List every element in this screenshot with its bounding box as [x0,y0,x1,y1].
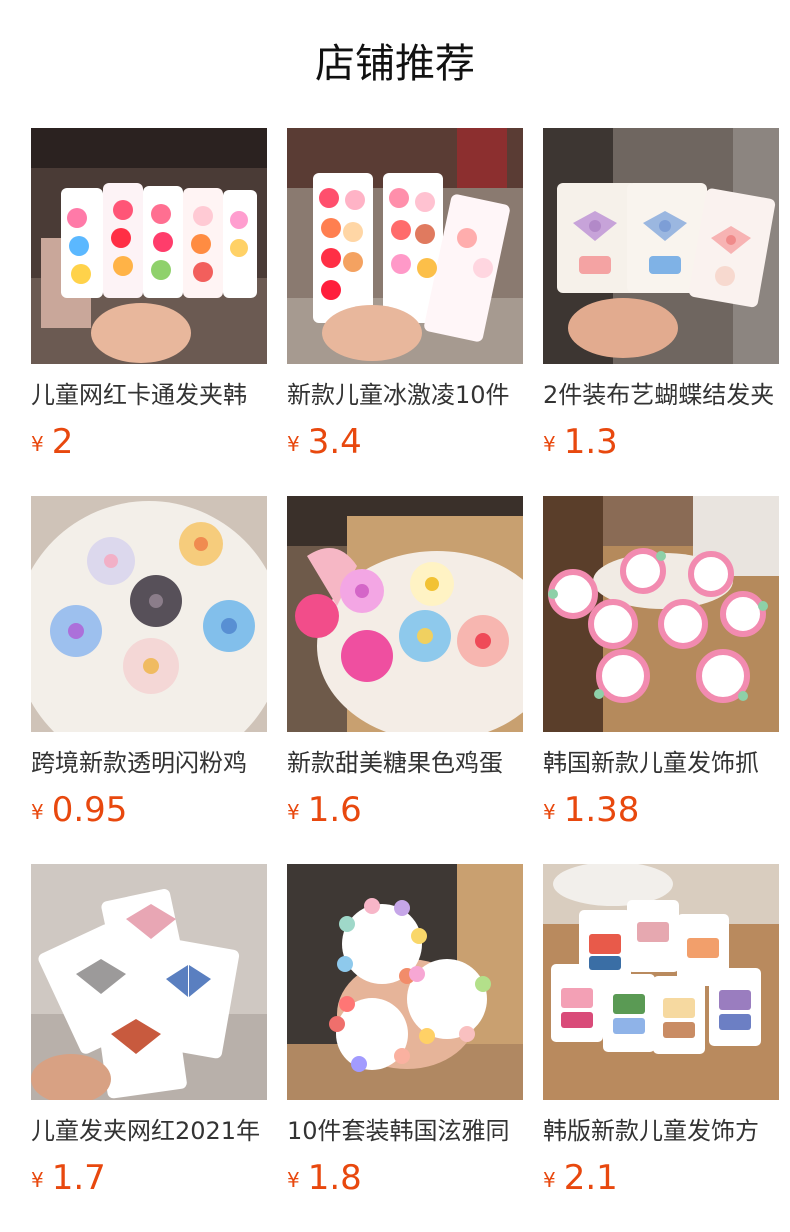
product-image[interactable] [31,864,267,1100]
product-card[interactable]: 儿童发夹网红2021年 ¥1.7 [31,864,267,1200]
product-price: ¥1.3 [543,420,779,464]
price-amount: 1.6 [307,790,362,830]
product-card[interactable]: 跨境新款透明闪粉鸡 ¥0.95 [31,496,267,832]
currency-symbol: ¥ [31,1168,44,1192]
product-image[interactable] [31,128,267,364]
product-image[interactable] [543,128,779,364]
price-amount: 1.38 [563,790,640,830]
product-name[interactable]: 儿童发夹网红2021年 [31,1114,267,1148]
product-image[interactable] [543,496,779,732]
currency-symbol: ¥ [543,1168,556,1192]
currency-symbol: ¥ [287,432,300,456]
product-price: ¥2 [31,420,267,464]
product-card[interactable]: 韩国新款儿童发饰抓 ¥1.38 [543,496,779,832]
currency-symbol: ¥ [31,800,44,824]
product-name[interactable]: 10件套装韩国泫雅同 [287,1114,523,1148]
product-card[interactable]: 10件套装韩国泫雅同 ¥1.8 [287,864,523,1200]
price-amount: 1.7 [51,1158,106,1198]
product-price: ¥2.1 [543,1156,779,1200]
product-price: ¥1.7 [31,1156,267,1200]
product-grid: 儿童网红卡通发夹韩 ¥2 新款儿童冰激凌10件 ¥ 3.4 2件装布艺蝴蝶结发夹… [0,128,790,1232]
product-image[interactable] [287,864,523,1100]
product-card[interactable]: 新款儿童冰激凌10件 ¥3.4 [287,128,523,464]
product-name[interactable]: 新款甜美糖果色鸡蛋 [287,746,523,780]
product-name[interactable]: 新款儿童冰激凌10件 [287,378,523,412]
product-image[interactable] [287,496,523,732]
product-card[interactable]: 儿童网红卡通发夹韩 ¥2 [31,128,267,464]
price-amount: 0.95 [51,790,128,830]
product-name[interactable]: 韩版新款儿童发饰方 [543,1114,779,1148]
price-amount: 3.4 [307,422,362,462]
product-card[interactable]: 韩版新款儿童发饰方 ¥2.1 [543,864,779,1200]
product-name[interactable]: 跨境新款透明闪粉鸡 [31,746,267,780]
product-price: ¥1.6 [287,788,523,832]
currency-symbol: ¥ [287,800,300,824]
product-price: ¥0.95 [31,788,267,832]
product-name[interactable]: 韩国新款儿童发饰抓 [543,746,779,780]
product-price: ¥1.38 [543,788,779,832]
price-amount: 1.3 [563,422,618,462]
product-card[interactable]: 2件装布艺蝴蝶结发夹 ¥1.3 [543,128,779,464]
currency-symbol: ¥ [31,432,44,456]
product-image[interactable] [543,864,779,1100]
price-amount: 2.1 [563,1158,618,1198]
product-price: ¥1.8 [287,1156,523,1200]
page-title: 店铺推荐 [315,41,475,87]
price-amount: 2 [51,422,74,462]
currency-symbol: ¥ [543,432,556,456]
product-price: ¥3.4 [287,420,523,464]
currency-symbol: ¥ [543,800,556,824]
product-image[interactable] [287,128,523,364]
currency-symbol: ¥ [287,1168,300,1192]
price-amount: 1.8 [307,1158,362,1198]
product-image[interactable] [31,496,267,732]
product-card[interactable]: 新款甜美糖果色鸡蛋 ¥1.6 [287,496,523,832]
product-name[interactable]: 2件装布艺蝴蝶结发夹 [543,378,779,412]
product-name[interactable]: 儿童网红卡通发夹韩 [31,378,267,412]
